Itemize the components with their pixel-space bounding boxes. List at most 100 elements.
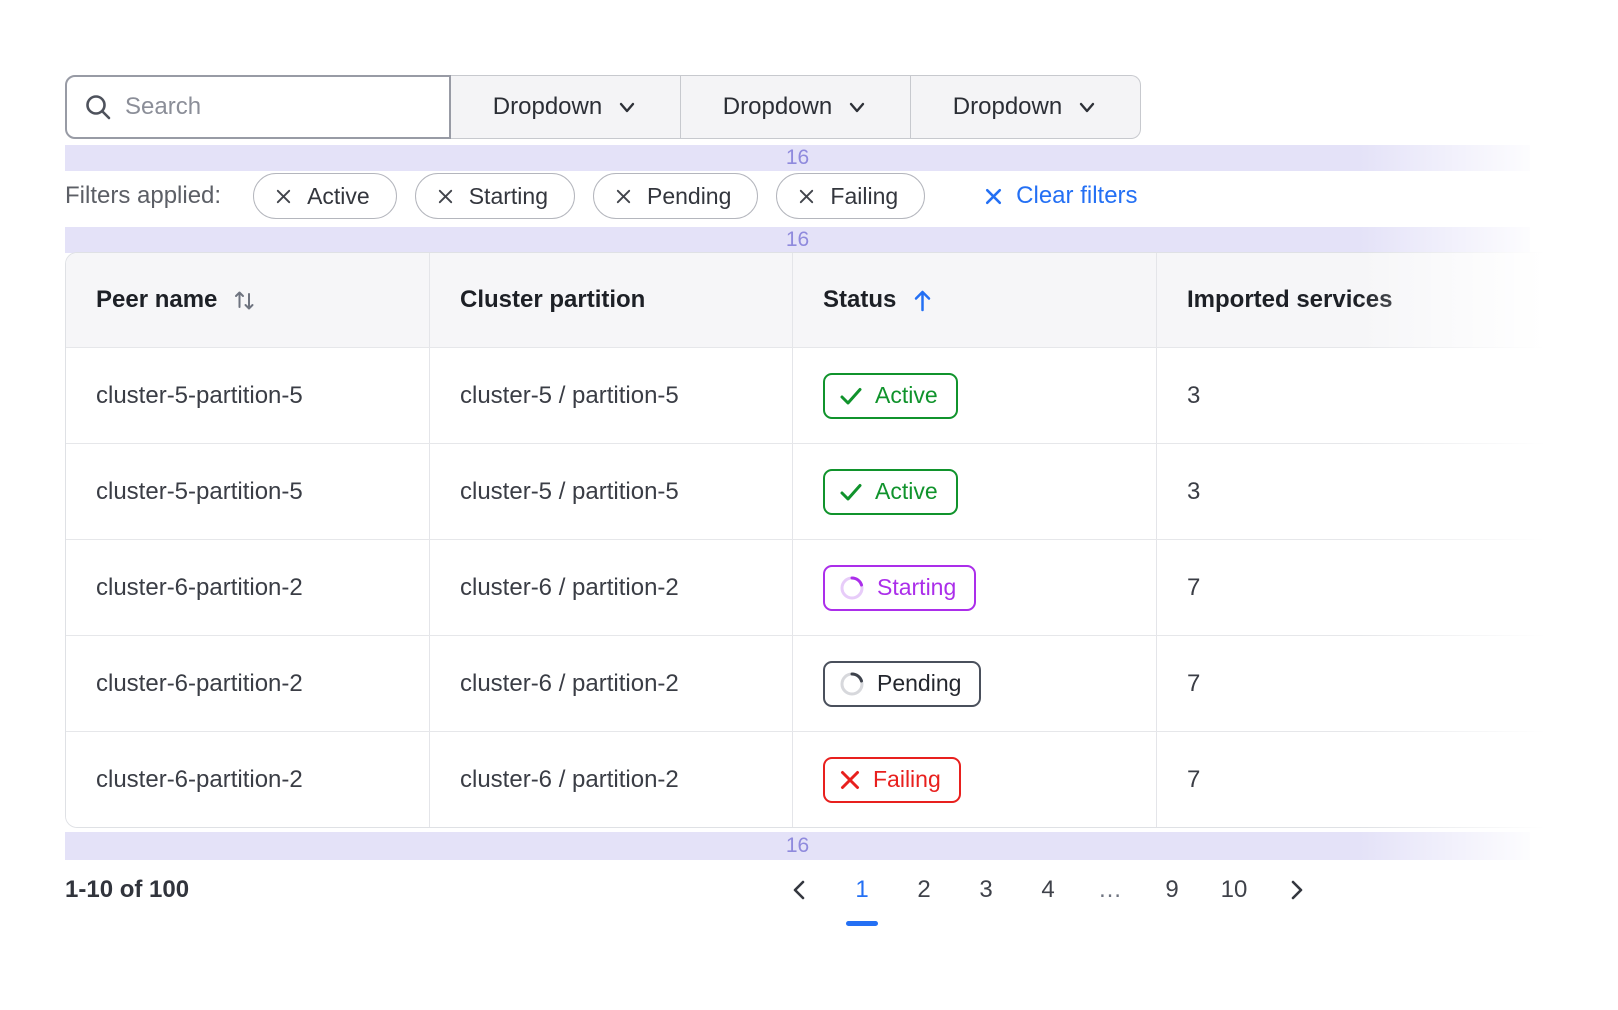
check-icon (838, 383, 864, 409)
check-icon (838, 479, 864, 505)
status-label: Active (875, 478, 938, 505)
clear-filters-label: Clear filters (1016, 182, 1137, 210)
table-row: cluster-5-partition-5 cluster-5 / partit… (66, 347, 1618, 443)
filters-bar: Filters applied: Active Starting Pending… (65, 171, 1138, 221)
cell-status: Active (792, 444, 1156, 539)
table-row: cluster-5-partition-5 cluster-5 / partit… (66, 443, 1618, 539)
filter-chip-pending[interactable]: Pending (593, 173, 758, 219)
cell-status: Active (792, 348, 1156, 443)
search-box[interactable] (65, 75, 451, 139)
filter-chip-failing[interactable]: Failing (776, 173, 925, 219)
cell-peer-name: cluster-5-partition-5 (66, 348, 429, 443)
column-header-cluster-partition: Cluster partition (429, 253, 792, 347)
results-range: 1-10 of 100 (65, 868, 189, 912)
cell-cluster-partition: cluster-6 / partition-2 (429, 732, 792, 827)
chip-remove-icon[interactable] (797, 187, 816, 206)
chevron-down-icon (846, 96, 868, 118)
peers-table: Peer name Cluster partition Status (65, 252, 1618, 828)
sort-both-icon (231, 287, 258, 314)
cell-imported-services: 7 (1156, 540, 1618, 635)
dropdown-button-1[interactable]: Dropdown (451, 75, 681, 139)
column-header-imported-services: Imported services (1156, 253, 1618, 347)
column-label: Status (823, 286, 896, 314)
chevron-down-icon (1076, 96, 1098, 118)
dropdown-button-2[interactable]: Dropdown (681, 75, 911, 139)
cell-cluster-partition: cluster-6 / partition-2 (429, 540, 792, 635)
chip-label: Pending (647, 183, 731, 210)
column-label: Peer name (96, 286, 217, 314)
cell-imported-services: 7 (1156, 732, 1618, 827)
cell-status: Failing (792, 732, 1156, 827)
page-button-4[interactable]: 4 (1026, 868, 1070, 912)
status-label: Pending (877, 670, 961, 697)
cell-imported-services: 7 (1156, 636, 1618, 731)
cell-imported-services: 3 (1156, 348, 1618, 443)
column-label: Cluster partition (460, 286, 645, 314)
clear-filters-icon (983, 186, 1004, 207)
spinner-icon (838, 670, 866, 698)
status-label: Starting (877, 574, 956, 601)
cell-status: Pending (792, 636, 1156, 731)
spinner-icon (838, 574, 866, 602)
next-page-button[interactable] (1274, 868, 1318, 912)
dropdown-label: Dropdown (953, 93, 1062, 121)
chip-label: Active (307, 183, 370, 210)
pager: 1 2 3 4 … 9 10 (778, 868, 1318, 912)
chip-remove-icon[interactable] (614, 187, 633, 206)
chevron-down-icon (616, 96, 638, 118)
status-label: Active (875, 382, 938, 409)
page-button-9[interactable]: 9 (1150, 868, 1194, 912)
cell-cluster-partition: cluster-5 / partition-5 (429, 348, 792, 443)
chip-remove-icon[interactable] (274, 187, 293, 206)
column-header-peer-name[interactable]: Peer name (66, 253, 429, 347)
cell-cluster-partition: cluster-5 / partition-5 (429, 444, 792, 539)
column-header-status[interactable]: Status (792, 253, 1156, 347)
spacing-marker: 16 (65, 145, 1530, 171)
pagination: 1-10 of 100 1 2 3 4 … 9 10 (65, 868, 1618, 940)
cell-imported-services: 3 (1156, 444, 1618, 539)
cell-peer-name: cluster-6-partition-2 (66, 732, 429, 827)
chevron-left-icon (788, 878, 812, 902)
column-label: Imported services (1187, 286, 1392, 314)
filter-chip-starting[interactable]: Starting (415, 173, 575, 219)
cell-peer-name: cluster-5-partition-5 (66, 444, 429, 539)
toolbar: Dropdown Dropdown Dropdown (65, 75, 1141, 139)
table-row: cluster-6-partition-2 cluster-6 / partit… (66, 731, 1618, 827)
filter-chip-active[interactable]: Active (253, 173, 397, 219)
cell-status: Starting (792, 540, 1156, 635)
dropdown-button-3[interactable]: Dropdown (911, 75, 1141, 139)
chip-label: Failing (830, 183, 898, 210)
dropdown-label: Dropdown (723, 93, 832, 121)
filters-label: Filters applied: (65, 182, 221, 210)
cell-cluster-partition: cluster-6 / partition-2 (429, 636, 792, 731)
status-badge-starting: Starting (823, 565, 976, 611)
search-icon (83, 92, 113, 122)
x-icon (838, 768, 862, 792)
spacing-marker: 16 (65, 832, 1530, 860)
status-badge-active: Active (823, 469, 958, 515)
status-badge-pending: Pending (823, 661, 981, 707)
table-header-row: Peer name Cluster partition Status (66, 253, 1618, 347)
peers-page: Dropdown Dropdown Dropdown 16 16 16 Filt… (0, 0, 1618, 1010)
dropdown-label: Dropdown (493, 93, 602, 121)
page-button-2[interactable]: 2 (902, 868, 946, 912)
cell-peer-name: cluster-6-partition-2 (66, 540, 429, 635)
chip-label: Starting (469, 183, 548, 210)
sort-ascending-icon (910, 287, 935, 314)
page-button-1[interactable]: 1 (840, 868, 884, 912)
status-badge-failing: Failing (823, 757, 961, 803)
cell-peer-name: cluster-6-partition-2 (66, 636, 429, 731)
status-badge-active: Active (823, 373, 958, 419)
status-label: Failing (873, 766, 941, 793)
spacing-marker: 16 (65, 227, 1530, 253)
prev-page-button[interactable] (778, 868, 822, 912)
page-button-10[interactable]: 10 (1212, 868, 1256, 912)
page-button-3[interactable]: 3 (964, 868, 1008, 912)
table-row: cluster-6-partition-2 cluster-6 / partit… (66, 635, 1618, 731)
pagination-ellipsis: … (1088, 868, 1132, 912)
chip-remove-icon[interactable] (436, 187, 455, 206)
chevron-right-icon (1284, 878, 1308, 902)
table-row: cluster-6-partition-2 cluster-6 / partit… (66, 539, 1618, 635)
search-input[interactable] (125, 93, 433, 121)
clear-filters-button[interactable]: Clear filters (983, 182, 1137, 210)
